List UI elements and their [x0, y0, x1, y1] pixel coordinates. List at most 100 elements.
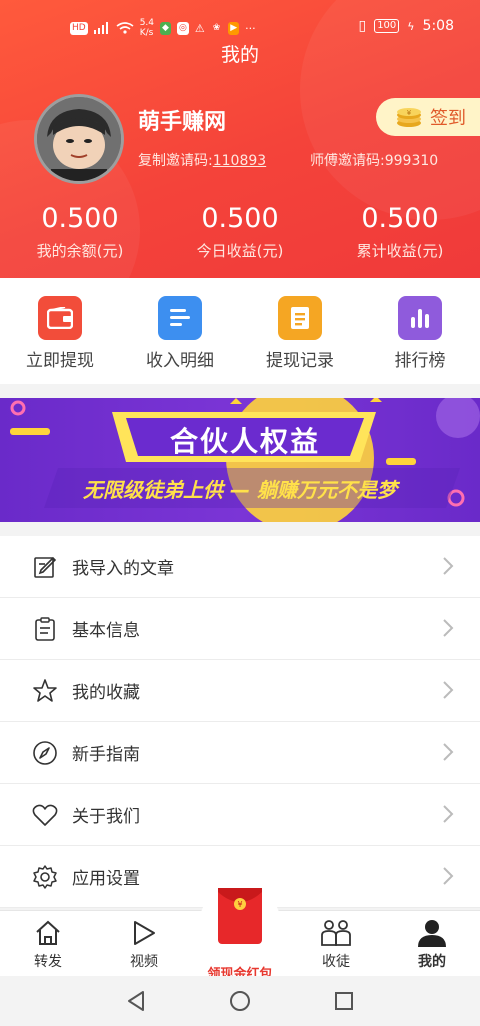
menu-label: 我的收藏 [72, 683, 140, 703]
net-speed: 5.4 K/s [139, 18, 155, 38]
compass-icon [32, 740, 58, 766]
menu-list: 我导入的文章 基本信息 我的收藏 新手指南 关于我们 应用设置 [0, 536, 480, 908]
home-circle-icon[interactable] [229, 990, 251, 1012]
partner-banner[interactable]: 合伙人权益 无限级徒弟上供 — 躺赚万元不是梦 [0, 398, 480, 522]
avatar[interactable] [34, 94, 124, 184]
back-icon[interactable] [125, 990, 147, 1012]
stat-value: 0.500 [201, 203, 279, 234]
vibrate-icon: ▯ [358, 18, 367, 34]
chevron-right-icon [443, 743, 454, 761]
red-packet-button[interactable]: ¥ [196, 882, 284, 954]
master-code-label: 师傅邀请码: [310, 153, 385, 169]
chevron-right-icon [443, 557, 454, 575]
gear-icon [32, 864, 58, 890]
svg-text:¥: ¥ [237, 900, 242, 909]
tab-label: 转发 [34, 954, 62, 970]
more-icon: ··· [245, 21, 256, 35]
app-icon: ◎ [176, 21, 189, 35]
menu-beginner-guide[interactable]: 新手指南 [0, 722, 480, 784]
recents-icon[interactable] [333, 990, 355, 1012]
stat-label: 我的余额(元) [36, 242, 124, 260]
banner-subtitle: 无限级徒弟上供 — 躺赚万元不是梦 [83, 478, 397, 502]
coins-icon: ¥ [397, 108, 421, 127]
hd-icon: HD [70, 21, 88, 35]
tab-label: 收徒 [322, 954, 350, 970]
action-leaderboard[interactable]: 排行榜 [360, 278, 480, 384]
stat-label: 今日收益(元) [196, 242, 284, 260]
menu-basic-info[interactable]: 基本信息 [0, 598, 480, 660]
charging-icon: ϟ [407, 19, 415, 33]
action-label: 提现记录 [266, 351, 334, 371]
stat-label: 累计收益(元) [356, 242, 444, 260]
stat-today[interactable]: 0.500 今日收益(元) [160, 202, 320, 261]
signal-icon [93, 22, 108, 34]
warning-icon: ⚠ [194, 21, 205, 35]
banner-decoration [10, 398, 480, 522]
copy-code-label: 复制邀请码: [138, 153, 213, 169]
record-icon [278, 296, 322, 340]
play-icon [134, 921, 155, 945]
menu-label: 基本信息 [72, 621, 140, 641]
chevron-right-icon [443, 805, 454, 823]
action-label: 立即提现 [26, 351, 94, 371]
tab-forward[interactable]: 转发 [0, 911, 96, 976]
tab-label: 我的 [418, 954, 446, 970]
list-icon [158, 296, 202, 340]
wallet-icon [38, 296, 82, 340]
chart-icon [398, 296, 442, 340]
menu-label: 新手指南 [72, 745, 140, 765]
chevron-right-icon [443, 619, 454, 637]
page-title: 我的 [220, 44, 259, 66]
tab-apprentice[interactable]: 收徒 [288, 911, 384, 976]
copy-invite-code[interactable]: 复制邀请码:110893 [138, 150, 266, 170]
signin-label: 签到 [430, 108, 466, 129]
status-icons-left: HD 5.4 K/s ◆ ◎ ⚠ ❀ ▶ ··· [70, 18, 256, 38]
heart-icon [32, 802, 58, 828]
stat-balance[interactable]: 0.500 我的余额(元) [0, 202, 160, 261]
status-icons-right: ▯ 100 ϟ 5:08 [358, 18, 454, 34]
tab-video[interactable]: 视频 [96, 911, 192, 976]
tab-label: 视频 [130, 954, 158, 970]
nickname: 萌手赚网 [138, 110, 227, 135]
edit-icon [32, 554, 58, 580]
red-packet-icon: ¥ [200, 886, 280, 954]
system-navigation-bar [0, 976, 480, 1026]
menu-imported-articles[interactable]: 我导入的文章 [0, 536, 480, 598]
android-app-icon: ◆ [160, 21, 171, 35]
chevron-right-icon [443, 867, 454, 885]
menu-label: 关于我们 [72, 807, 140, 827]
stat-value: 0.500 [361, 203, 439, 234]
stat-value: 0.500 [41, 203, 119, 234]
play-app-icon: ▶ [228, 21, 240, 35]
menu-about-us[interactable]: 关于我们 [0, 784, 480, 846]
battery-icon: 100 [374, 19, 400, 33]
star-icon [32, 678, 58, 704]
stat-total[interactable]: 0.500 累计收益(元) [320, 202, 480, 261]
action-withdraw[interactable]: 立即提现 [0, 278, 120, 384]
menu-label: 应用设置 [72, 869, 140, 889]
chevron-right-icon [443, 681, 454, 699]
banner-title: 合伙人权益 [169, 425, 320, 458]
action-withdraw-record[interactable]: 提现记录 [240, 278, 360, 384]
action-label: 排行榜 [394, 351, 446, 371]
tab-mine[interactable]: 我的 [384, 911, 480, 976]
signin-button[interactable]: ¥ 签到 [376, 98, 480, 136]
master-code-value: 999310 [384, 153, 439, 169]
master-invite-code: 师傅邀请码:999310 [310, 150, 438, 170]
action-label: 收入明细 [146, 351, 214, 371]
profile-header: HD 5.4 K/s ◆ ◎ ⚠ ❀ ▶ ··· ▯ 100 ϟ 5:08 我的 [0, 0, 480, 278]
quick-actions: 立即提现 收入明细 提现记录 排行榜 [0, 278, 480, 384]
apprentice-icon [321, 920, 351, 946]
avatar-image [37, 97, 121, 181]
status-bar: HD 5.4 K/s ◆ ◎ ⚠ ❀ ▶ ··· ▯ 100 ϟ 5:08 [0, 14, 480, 42]
svg-text:¥: ¥ [407, 109, 412, 117]
wifi-icon [116, 22, 134, 34]
app-icon: ❀ [212, 22, 221, 33]
clipboard-icon [32, 616, 58, 642]
earnings-stats: 0.500 我的余额(元) 0.500 今日收益(元) 0.500 累计收益(元… [0, 202, 480, 261]
action-income-detail[interactable]: 收入明细 [120, 278, 240, 384]
user-icon [418, 920, 446, 947]
copy-code-value[interactable]: 110893 [213, 153, 266, 169]
menu-favorites[interactable]: 我的收藏 [0, 660, 480, 722]
menu-label: 我导入的文章 [72, 559, 174, 579]
